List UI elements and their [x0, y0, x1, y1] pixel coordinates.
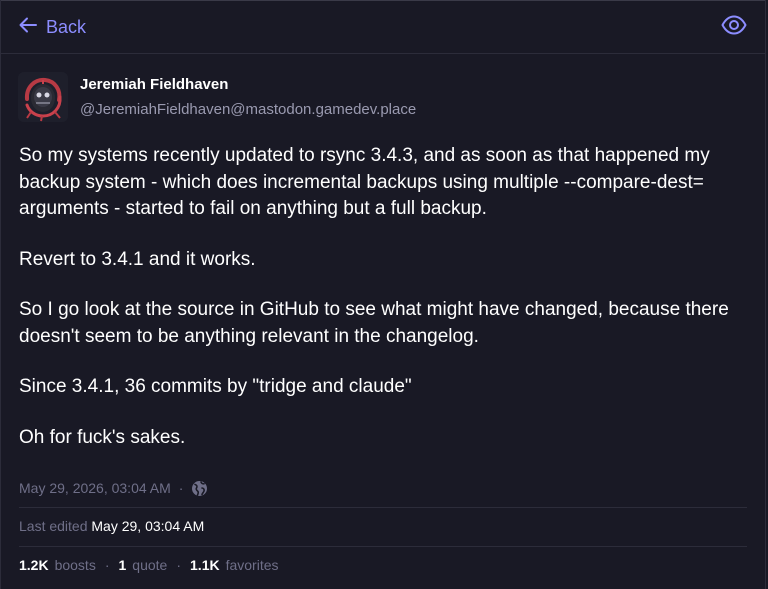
boosts-link[interactable]: 1.2K boosts: [19, 555, 96, 575]
globe-icon: [191, 480, 208, 497]
meta-separator: ·: [178, 480, 184, 496]
boosts-label: boosts: [54, 557, 96, 573]
post-timestamp[interactable]: May 29, 2026, 03:04 AM: [19, 478, 171, 498]
post-paragraph: Revert to 3.4.1 and it works.: [19, 248, 256, 270]
post-paragraph: Oh for fuck's sakes.: [19, 426, 186, 448]
stats-separator: ·: [176, 557, 182, 573]
favorites-link[interactable]: 1.1K favorites: [190, 555, 279, 575]
stats-separator: ·: [104, 557, 110, 573]
post-detail-view: Back Jeremiah Fieldhaven @JeremiahFieldh…: [0, 0, 766, 589]
quotes-link[interactable]: 1 quote: [119, 555, 168, 575]
favorites-label: favorites: [225, 557, 279, 573]
last-edited[interactable]: Last edited May 29, 03:04 AM: [19, 516, 204, 536]
visibility-toggle-button[interactable]: [721, 15, 747, 39]
author-display-name[interactable]: Jeremiah Fieldhaven: [80, 75, 416, 95]
top-bar: Back: [1, 0, 765, 54]
favorites-count: 1.1K: [190, 557, 220, 573]
last-edited-label: Last edited: [19, 518, 88, 534]
last-edited-value: May 29, 03:04 AM: [91, 518, 205, 534]
post-content: So my systems recently updated to rsync …: [19, 143, 749, 475]
quotes-count: 1: [118, 557, 127, 573]
eye-icon: [721, 15, 747, 40]
boosts-count: 1.2K: [19, 557, 49, 573]
post-paragraph: Since 3.4.1, 36 commits by "tridge and c…: [19, 376, 412, 397]
divider: [19, 507, 747, 508]
author-header[interactable]: Jeremiah Fieldhaven @JeremiahFieldhaven@…: [18, 72, 416, 122]
quotes-label: quote: [132, 557, 168, 573]
post-stats: 1.2K boosts · 1 quote · 1.1K favorites: [19, 555, 279, 575]
author-names: Jeremiah Fieldhaven @JeremiahFieldhaven@…: [80, 72, 416, 120]
post-paragraph: So I go look at the source in GitHub to …: [19, 299, 729, 347]
author-handle[interactable]: @JeremiahFieldhaven@mastodon.gamedev.pla…: [80, 100, 416, 120]
post-meta: May 29, 2026, 03:04 AM ·: [19, 478, 208, 498]
back-button[interactable]: Back: [18, 15, 86, 39]
arrow-left-icon: [18, 15, 38, 40]
post-paragraph: So my systems recently updated to rsync …: [19, 145, 710, 219]
avatar[interactable]: [18, 72, 68, 122]
back-label: Back: [46, 17, 87, 37]
divider: [19, 546, 747, 547]
